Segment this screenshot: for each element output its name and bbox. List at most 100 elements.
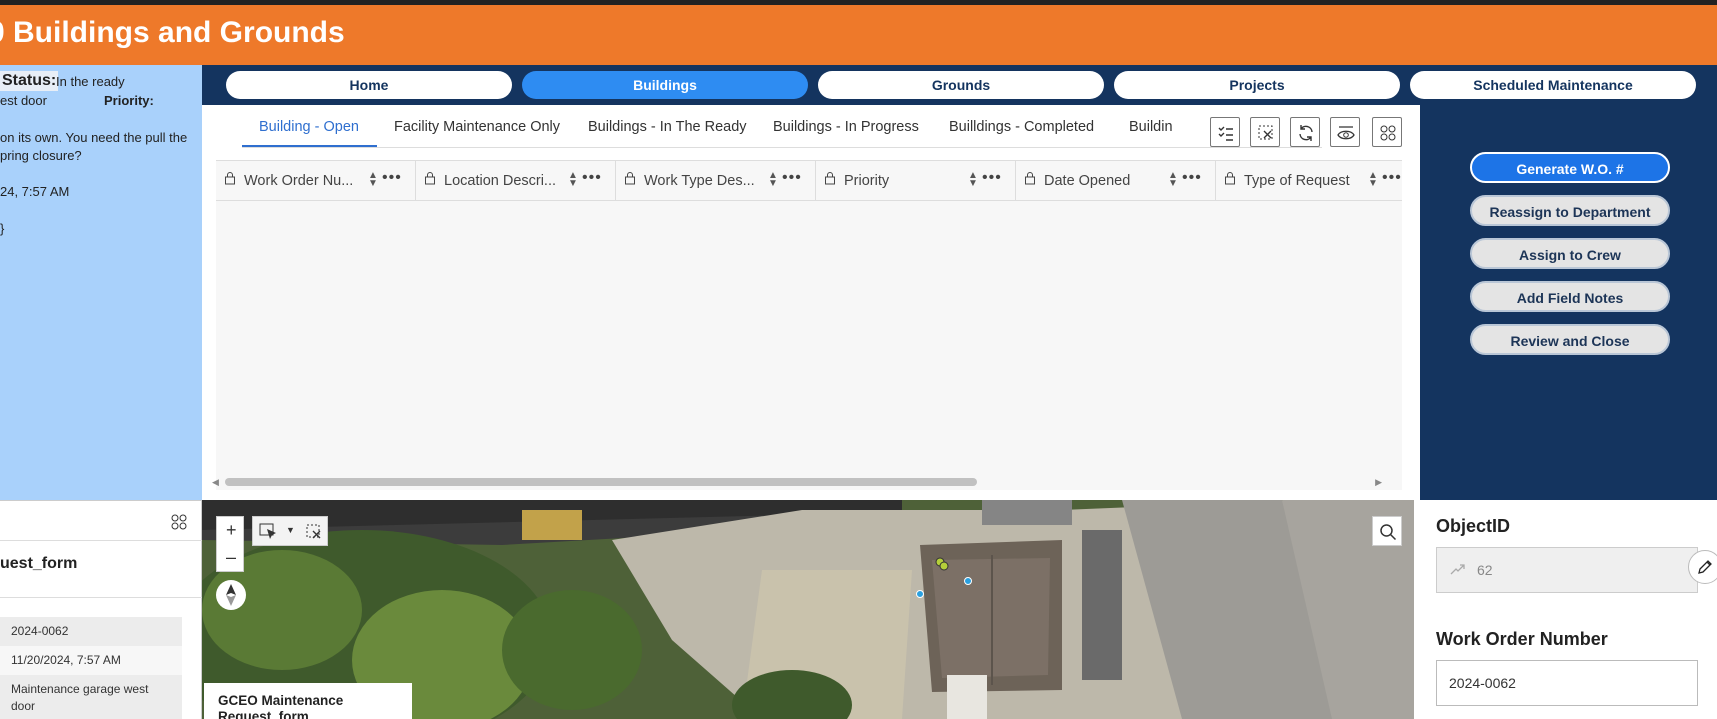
lock-icon [625,172,635,185]
sort-icon[interactable]: ▲ ▼ [568,171,578,189]
generate-wo-button[interactable]: Generate W.O. # [1470,152,1670,183]
nav-buildings-button[interactable]: Buildings [522,71,808,99]
assign-crew-button[interactable]: Assign to Crew [1470,238,1670,269]
more-options-icon[interactable]: ••• [382,169,402,187]
list-item: 2024-0062 [0,617,182,646]
clear-selection-icon[interactable] [1250,117,1280,147]
column-label: Work Order Nu... [244,173,354,189]
column-header-location-description[interactable]: Location Descri... ▲ ▼ ••• [416,161,616,201]
column-label: Priority [844,173,890,189]
scroll-left-icon[interactable]: ◀ [212,477,219,488]
select-tool-icon[interactable] [259,523,279,541]
sort-icon[interactable]: ▲ ▼ [768,171,778,189]
add-field-notes-button[interactable]: Add Field Notes [1470,281,1670,312]
horizontal-scrollbar[interactable]: ◀ ▶ [212,477,1382,487]
column-label: Location Descri... [444,173,557,189]
read-only-icon [1450,564,1465,575]
column-header-work-type[interactable]: Work Type Des... ▲ ▼ ••• [616,161,816,201]
show-hide-icon[interactable] [1330,117,1360,147]
scroll-right-icon[interactable]: ▶ [1375,477,1382,488]
tab-buildings-truncated[interactable]: Buildin [1129,119,1173,135]
column-header-work-order-number[interactable]: Work Order Nu... ▲ ▼ ••• [216,161,416,201]
scrollbar-thumb[interactable] [225,478,977,486]
status-label: Status: [0,71,59,91]
priority-label: Priority: [104,93,154,108]
lock-icon [225,172,235,185]
map-popup: GCEO Maintenance Request_form [204,683,412,719]
column-label: Date Opened [1044,173,1131,189]
tab-buildings-completed[interactable]: Builldings - Completed [949,119,1094,135]
map-selection-tools: ▼ [252,516,328,546]
search-icon[interactable] [1372,516,1402,546]
clear-selection-icon[interactable] [305,523,323,541]
zoom-in-button[interactable]: + [226,520,237,541]
lock-icon [825,172,835,185]
zoom-controls: + – [216,516,244,572]
work-order-number-label: Work Order Number [1436,629,1608,649]
tabs-divider [242,147,1322,148]
objectid-label: ObjectID [1436,516,1511,536]
action-panel: Generate W.O. # Reassign to Department A… [1420,105,1717,500]
divider [0,597,202,598]
more-options-icon[interactable]: ••• [1382,169,1402,187]
location-text: est door [0,93,47,108]
lock-icon [1225,172,1235,185]
more-options-icon[interactable]: ••• [982,169,1002,187]
more-options-icon[interactable]: ••• [1182,169,1202,187]
status-value: In the ready [56,74,125,89]
sort-icon[interactable]: ▲ ▼ [368,171,378,189]
layout-grid-icon[interactable] [170,513,188,531]
work-order-number-input[interactable]: 2024-0062 [1436,660,1698,706]
layout-grid-icon[interactable] [1372,117,1402,147]
record-detail-panel: Status: In the ready est door Priority: … [0,65,202,500]
column-header-type-of-request[interactable]: Type of Request ▲ ▼ ••• [1216,161,1402,201]
date-text: 24, 7:57 AM [0,184,70,199]
objectid-field: 62 [1436,547,1698,593]
work-order-table-panel: Building - Open Facility Maintenance Onl… [202,105,1420,500]
tab-building-open[interactable]: Building - Open [259,119,359,135]
more-options-icon[interactable]: ••• [782,169,802,187]
column-header-priority[interactable]: Priority ▲ ▼ ••• [816,161,1016,201]
nav-home-button[interactable]: Home [226,71,512,99]
review-close-button[interactable]: Review and Close [1470,324,1670,355]
divider [0,540,202,541]
sort-icon[interactable]: ▲ ▼ [968,171,978,189]
sort-icon[interactable]: ▲ ▼ [1368,171,1378,189]
tab-facility-maintenance-only[interactable]: Facility Maintenance Only [394,119,560,135]
zoom-out-button[interactable]: – [226,547,236,568]
objectid-value: 62 [1477,562,1493,578]
select-list-icon[interactable] [1210,117,1240,147]
list-title: uest_form [0,555,78,572]
edit-form-panel: ObjectID 62 Work Order Number 2024-0062 [1420,500,1717,719]
column-label: Type of Request [1244,173,1350,189]
nav-projects-button[interactable]: Projects [1114,71,1400,99]
app-header: 0 Buildings and Grounds [0,5,1717,65]
list-item: Maintenance garage west door [0,675,182,719]
description-line-1: on its own. You need the pull the [0,130,188,145]
lock-icon [425,172,435,185]
lock-icon [1025,172,1035,185]
edit-pencil-icon[interactable] [1688,550,1717,584]
description-line-2: pring closure? [0,148,82,163]
work-order-grid: Work Order Nu... ▲ ▼ ••• Location Descri.… [216,160,1402,490]
refresh-icon[interactable] [1290,117,1320,147]
reassign-department-button[interactable]: Reassign to Department [1470,195,1670,226]
popup-title-line-1: GCEO Maintenance [218,693,344,708]
map-view[interactable]: + – ▼ GCEO Maintenance Request_form [202,500,1414,719]
chevron-down-icon[interactable]: ▼ [286,525,295,535]
popup-title-line-2: Request_form [218,709,309,719]
main-nav: Home Buildings Grounds Projects Schedule… [202,65,1717,105]
app-title: 0 Buildings and Grounds [0,16,345,49]
brace-text: } [0,221,5,236]
compass-icon[interactable] [216,580,246,610]
list-item: 11/20/2024, 7:57 AM [0,646,182,675]
more-options-icon[interactable]: ••• [582,169,602,187]
sort-icon[interactable]: ▲ ▼ [1168,171,1178,189]
nav-grounds-button[interactable]: Grounds [818,71,1104,99]
tab-buildings-in-the-ready[interactable]: Buildings - In The Ready [588,119,747,135]
tab-buildings-in-progress[interactable]: Buildings - In Progress [773,119,919,135]
column-label: Work Type Des... [644,173,755,189]
column-header-date-opened[interactable]: Date Opened ▲ ▼ ••• [1016,161,1216,201]
nav-scheduled-maintenance-button[interactable]: Scheduled Maintenance [1410,71,1696,99]
request-list-panel: uest_form 2024-0062 11/20/2024, 7:57 AM … [0,500,202,719]
